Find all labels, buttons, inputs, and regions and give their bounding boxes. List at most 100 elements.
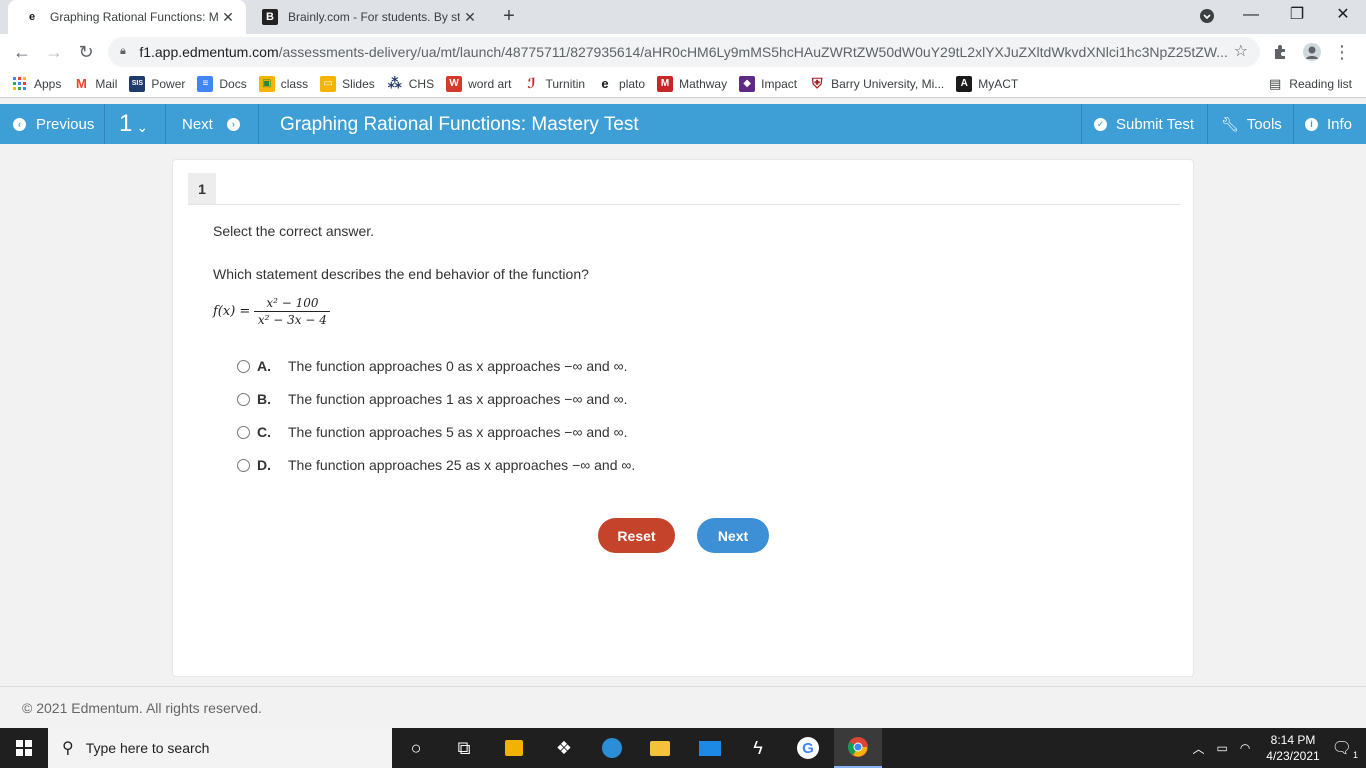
bookmark-apps[interactable]: Apps (12, 76, 61, 92)
bookmark-barry-university[interactable]: ⛨ Barry University, Mi... (809, 75, 944, 92)
close-window-button[interactable]: ✕ (1320, 0, 1366, 32)
tab-search-icon[interactable] (1184, 0, 1230, 32)
next-label: Next (182, 115, 213, 133)
radio-button[interactable] (237, 458, 250, 472)
radio-button[interactable] (237, 425, 250, 439)
edge-icon[interactable] (588, 728, 636, 768)
bookmark-class[interactable]: ▣ class (258, 75, 308, 92)
google-icon[interactable]: G (784, 728, 832, 768)
extensions-icon[interactable] (1266, 38, 1294, 66)
forward-arrow-icon[interactable]: → (40, 38, 68, 66)
info-button[interactable]: i Info (1294, 104, 1366, 144)
radio-button[interactable] (237, 392, 250, 406)
barry-shield-icon: ⛨ (811, 75, 823, 91)
system-tray: ︿ ▭ ◠ 8:14 PM 4/23/2021 🗨︎ 1 (1192, 728, 1366, 768)
lightning-app-icon[interactable]: ϟ (734, 728, 782, 768)
bookmark-turnitin[interactable]: ℐ Turnitin (523, 75, 585, 92)
submit-test-button[interactable]: ✓ Submit Test (1082, 104, 1207, 144)
tab-brainly[interactable]: B Brainly.com - For students. By stu ✕ (246, 0, 488, 34)
impact-icon: ◆ (739, 75, 756, 92)
tab-title: Graphing Rational Functions: Ma (50, 10, 218, 24)
chrome-icon[interactable] (834, 728, 882, 768)
tab-graphing-rational-functions[interactable]: e Graphing Rational Functions: Ma ✕ (8, 0, 246, 34)
reload-icon[interactable]: ↻ (72, 38, 100, 66)
bookmark-label: word art (468, 76, 512, 91)
chrome-menu-icon[interactable]: ⋮ (1328, 38, 1356, 66)
notification-icon[interactable]: 🗨︎ 1 (1332, 738, 1358, 760)
previous-label: Previous (36, 115, 95, 133)
bookmark-label: Mail (95, 76, 118, 91)
taskbar-clock[interactable]: 8:14 PM 4/23/2021 (1266, 732, 1319, 764)
radio-button[interactable] (237, 359, 250, 373)
tools-label: Tools (1246, 115, 1282, 133)
classroom-icon: ▣ (258, 75, 275, 92)
bookmark-chs[interactable]: ⁂ CHS (387, 75, 435, 92)
answer-choice-a[interactable]: A. The function approaches 0 as x approa… (237, 358, 627, 374)
bookmark-plato[interactable]: e plato (597, 76, 645, 92)
minimize-button[interactable]: — (1228, 0, 1274, 32)
choice-text: The function approaches 1 as x approache… (288, 391, 628, 407)
question-prompt: Which statement describes the end behavi… (213, 266, 589, 282)
chevron-up-icon[interactable]: ︿ (1192, 740, 1204, 757)
bookmark-label: Apps (34, 76, 62, 91)
brainly-icon: B (262, 9, 278, 25)
mathway-icon: M (657, 75, 674, 92)
chs-icon: ⁂ (387, 75, 402, 91)
search-icon: ⚲ (62, 740, 74, 757)
function-numerator: x² − 100 (254, 296, 331, 312)
sis-icon: SIS (129, 75, 146, 92)
mail-icon[interactable] (686, 728, 734, 768)
bookmark-mail[interactable]: M Mail (73, 76, 117, 92)
bookmark-label: Impact (761, 76, 798, 91)
back-arrow-icon[interactable]: ← (8, 38, 36, 66)
bookmark-slides[interactable]: ▭ Slides (320, 75, 375, 92)
profile-avatar[interactable] (1298, 38, 1326, 66)
task-view-icon[interactable]: ⧉ (440, 728, 488, 768)
restore-button[interactable]: ❐ (1274, 0, 1320, 32)
bookmark-impact[interactable]: ◆ Impact (739, 75, 798, 92)
tools-button[interactable]: 🔧︎ Tools (1208, 104, 1293, 144)
answer-choice-c[interactable]: C. The function approaches 5 as x approa… (237, 424, 627, 440)
next-header-button[interactable]: Next › (166, 104, 258, 144)
myact-icon: A (956, 75, 973, 92)
answer-choice-d[interactable]: D. The function approaches 25 as x appro… (237, 457, 635, 473)
check-circle-icon: ✓ (1094, 117, 1107, 131)
copyright-text: © 2021 Edmentum. All rights reserved. (22, 700, 262, 716)
close-tab-icon[interactable]: ✕ (218, 9, 238, 26)
info-label: Info (1327, 115, 1353, 133)
battery-icon[interactable]: ▭ (1216, 741, 1227, 755)
cortana-icon[interactable]: ○ (392, 728, 440, 768)
file-explorer-icon[interactable] (636, 728, 684, 768)
chevron-right-icon: › (226, 117, 240, 131)
dropbox-icon[interactable]: ❖ (540, 728, 588, 768)
edmentum-icon: e (601, 76, 609, 91)
choice-text: The function approaches 25 as x approach… (288, 457, 636, 473)
bookmark-star-icon[interactable]: ☆ (1234, 41, 1248, 61)
gmail-icon: M (75, 76, 87, 91)
reading-list[interactable]: ▤ Reading list (1269, 76, 1352, 92)
bookmark-word-art[interactable]: W word art (446, 75, 512, 92)
close-tab-icon[interactable]: ✕ (460, 9, 480, 26)
choice-letter: C. (257, 424, 271, 440)
next-button[interactable]: Next (697, 518, 769, 553)
docs-icon: ≡ (197, 75, 214, 92)
bookmarks-bar: Apps M Mail SIS Power ≡ Docs ▣ class ▭ S… (0, 70, 1366, 98)
new-tab-button[interactable]: + (498, 5, 520, 27)
reset-button[interactable]: Reset (598, 518, 675, 553)
reading-list-label: Reading list (1289, 77, 1352, 91)
windows-start-icon[interactable] (0, 728, 48, 768)
wifi-icon[interactable]: ◠ (1240, 741, 1250, 755)
question-selector[interactable]: 1 ⌄ (105, 104, 165, 144)
bookmark-power[interactable]: SIS Power (129, 75, 185, 92)
turnitin-icon: ℐ (527, 75, 536, 91)
bookmark-myact[interactable]: A MyACT (956, 75, 1018, 92)
bookmark-mathway[interactable]: M Mathway (657, 75, 727, 92)
store-icon[interactable] (490, 728, 538, 768)
bookmark-docs[interactable]: ≡ Docs (197, 75, 247, 92)
function-denominator: x² − 3x − 4 (257, 313, 327, 327)
address-bar[interactable]: 🔒︎ f1.app.edmentum.com /assessments-deli… (108, 37, 1260, 67)
previous-button[interactable]: ‹ Previous (0, 104, 104, 144)
taskbar-search-box[interactable]: ⚲ Type here to search (48, 728, 392, 768)
answer-choice-b[interactable]: B. The function approaches 1 as x approa… (237, 391, 627, 407)
bookmark-label: Slides (342, 76, 375, 91)
